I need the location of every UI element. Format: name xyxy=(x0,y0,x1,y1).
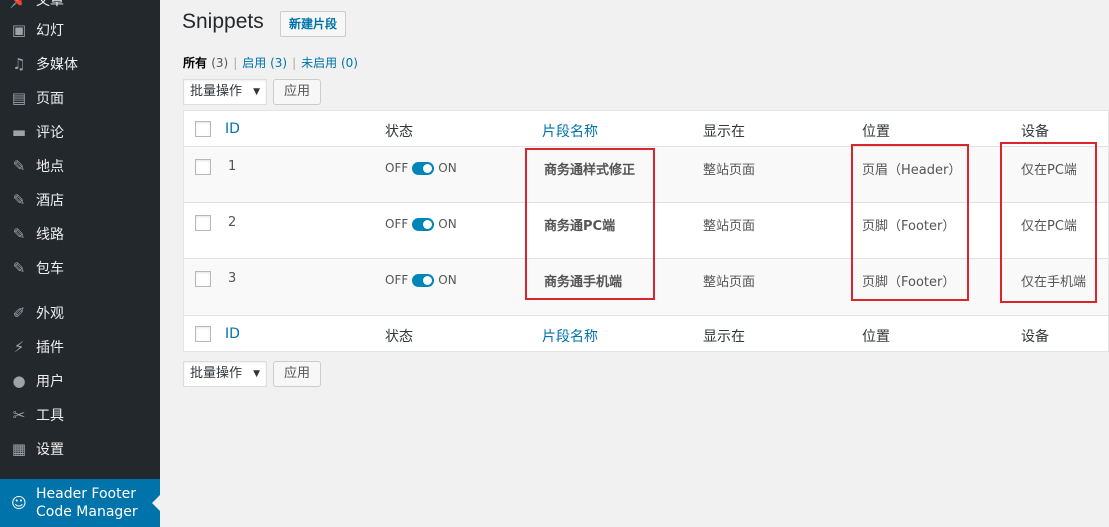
bulk-actions-select[interactable]: 批量操作 ▼ xyxy=(183,361,267,387)
table-footer: ID 状态 片段名称 显示在 位置 设备 xyxy=(184,315,1108,351)
sidebar-item-users[interactable]: ● 用户 xyxy=(0,364,160,398)
column-device: 设备 xyxy=(1021,329,1049,345)
highlight-box-location xyxy=(851,144,969,301)
plugin-icon: ⚡ xyxy=(13,338,25,356)
sidebar-item-appearance[interactable]: ✐ 外观 xyxy=(0,296,160,330)
comment-icon: ▬ xyxy=(11,123,27,141)
media-icon: ♫ xyxy=(12,55,26,73)
status-toggle[interactable]: OFF ON xyxy=(385,161,457,175)
select-all-checkbox[interactable] xyxy=(195,326,211,342)
bulk-actions-bottom: 批量操作 ▼ 应用 xyxy=(183,361,322,387)
column-name[interactable]: 片段名称 xyxy=(542,121,598,141)
main-content: Snippets 新建片段 所有 (3) | 启用 (3) | 未启用 (0) 批量操作… xyxy=(160,0,1109,527)
status-filters: 所有 (3) | 启用 (3) | 未启用 (0) xyxy=(183,56,358,70)
sidebar-item-settings[interactable]: ▦ 设置 xyxy=(0,432,160,466)
row-display-on: 整站页面 xyxy=(703,275,756,290)
page-icon: ▤ xyxy=(11,89,27,107)
sidebar-item-media[interactable]: ♫ 多媒体 xyxy=(0,47,160,81)
current-menu-arrow xyxy=(152,495,160,511)
admin-sidebar: 📌 文章 ▣ 幻灯 ♫ 多媒体 ▤ 页面 ▬ 评论 ✎ 地点 ✎ 酒店 ✎ 线路 ✎ 包车 ✐ 外观… xyxy=(0,0,160,527)
highlight-box-device xyxy=(1000,142,1097,303)
sidebar-item-routes[interactable]: ✎ 线路 xyxy=(0,217,160,251)
highlight-box-name xyxy=(525,148,655,300)
select-all-checkbox[interactable] xyxy=(195,121,211,137)
apply-button[interactable]: 应用 xyxy=(273,79,322,105)
status-toggle[interactable]: OFF ON xyxy=(385,217,457,231)
pin-icon: ✎ xyxy=(12,225,26,243)
sidebar-item-slides[interactable]: ▣ 幻灯 xyxy=(0,13,160,47)
row-display-on: 整站页面 xyxy=(703,219,756,234)
pin-icon: ✎ xyxy=(12,157,26,175)
page-title: Snippets xyxy=(182,10,264,33)
settings-icon: ▦ xyxy=(11,440,27,458)
sidebar-item-tools[interactable]: ✂ 工具 xyxy=(0,398,160,432)
status-toggle[interactable]: OFF ON xyxy=(385,273,457,287)
brush-icon: ✐ xyxy=(12,304,26,322)
wrench-icon: ✂ xyxy=(12,406,26,424)
bulk-actions-select[interactable]: 批量操作 ▼ xyxy=(183,79,267,105)
code-icon: ☺ xyxy=(11,494,27,512)
active-item-line1: Header Footer xyxy=(36,486,136,502)
sidebar-item-pages[interactable]: ▤ 页面 xyxy=(0,81,160,115)
apply-button[interactable]: 应用 xyxy=(273,361,322,387)
column-device: 设备 xyxy=(1021,124,1049,140)
column-status: 状态 xyxy=(385,124,413,140)
pin-icon: ✎ xyxy=(12,191,26,209)
column-id[interactable]: ID xyxy=(225,326,240,342)
filter-inactive[interactable]: 未启用 (0) xyxy=(301,56,358,70)
row-id: 3 xyxy=(228,271,237,286)
row-id: 1 xyxy=(228,159,237,174)
column-display-on: 显示在 xyxy=(703,329,745,345)
user-icon: ● xyxy=(12,372,26,390)
table-header: ID 状态 片段名称 显示在 位置 设备 xyxy=(184,111,1108,147)
filter-active[interactable]: 启用 (3) xyxy=(242,56,287,70)
row-id: 2 xyxy=(228,215,237,230)
bulk-actions-top: 批量操作 ▼ 应用 xyxy=(183,79,322,105)
column-display-on: 显示在 xyxy=(703,124,745,140)
sidebar-item-places[interactable]: ✎ 地点 xyxy=(0,149,160,183)
dropdown-arrow-icon: ▼ xyxy=(253,369,260,379)
sidebar-item-hotels[interactable]: ✎ 酒店 xyxy=(0,183,160,217)
column-location: 位置 xyxy=(862,329,890,345)
row-checkbox[interactable] xyxy=(195,159,211,175)
column-id[interactable]: ID xyxy=(225,121,240,137)
filter-all[interactable]: 所有 (3) xyxy=(183,56,228,70)
column-status: 状态 xyxy=(385,329,413,345)
add-new-snippet-button[interactable]: 新建片段 xyxy=(280,11,347,37)
sidebar-item-comments[interactable]: ▬ 评论 xyxy=(0,115,160,149)
dropdown-arrow-icon: ▼ xyxy=(253,87,260,97)
active-item-line2: Code Manager xyxy=(36,504,138,520)
column-location: 位置 xyxy=(862,124,890,140)
sidebar-item-charter[interactable]: ✎ 包车 xyxy=(0,251,160,285)
pin-icon: 📌 xyxy=(9,0,29,9)
sidebar-item-plugins[interactable]: ⚡ 插件 xyxy=(0,330,160,364)
slides-icon: ▣ xyxy=(11,21,27,39)
row-display-on: 整站页面 xyxy=(703,163,756,178)
pin-icon: ✎ xyxy=(12,259,26,277)
row-checkbox[interactable] xyxy=(195,271,211,287)
column-name[interactable]: 片段名称 xyxy=(542,326,598,346)
row-checkbox[interactable] xyxy=(195,215,211,231)
sidebar-item-header-footer-code-manager[interactable]: ☺ Header Footer Code Manager xyxy=(0,479,160,527)
